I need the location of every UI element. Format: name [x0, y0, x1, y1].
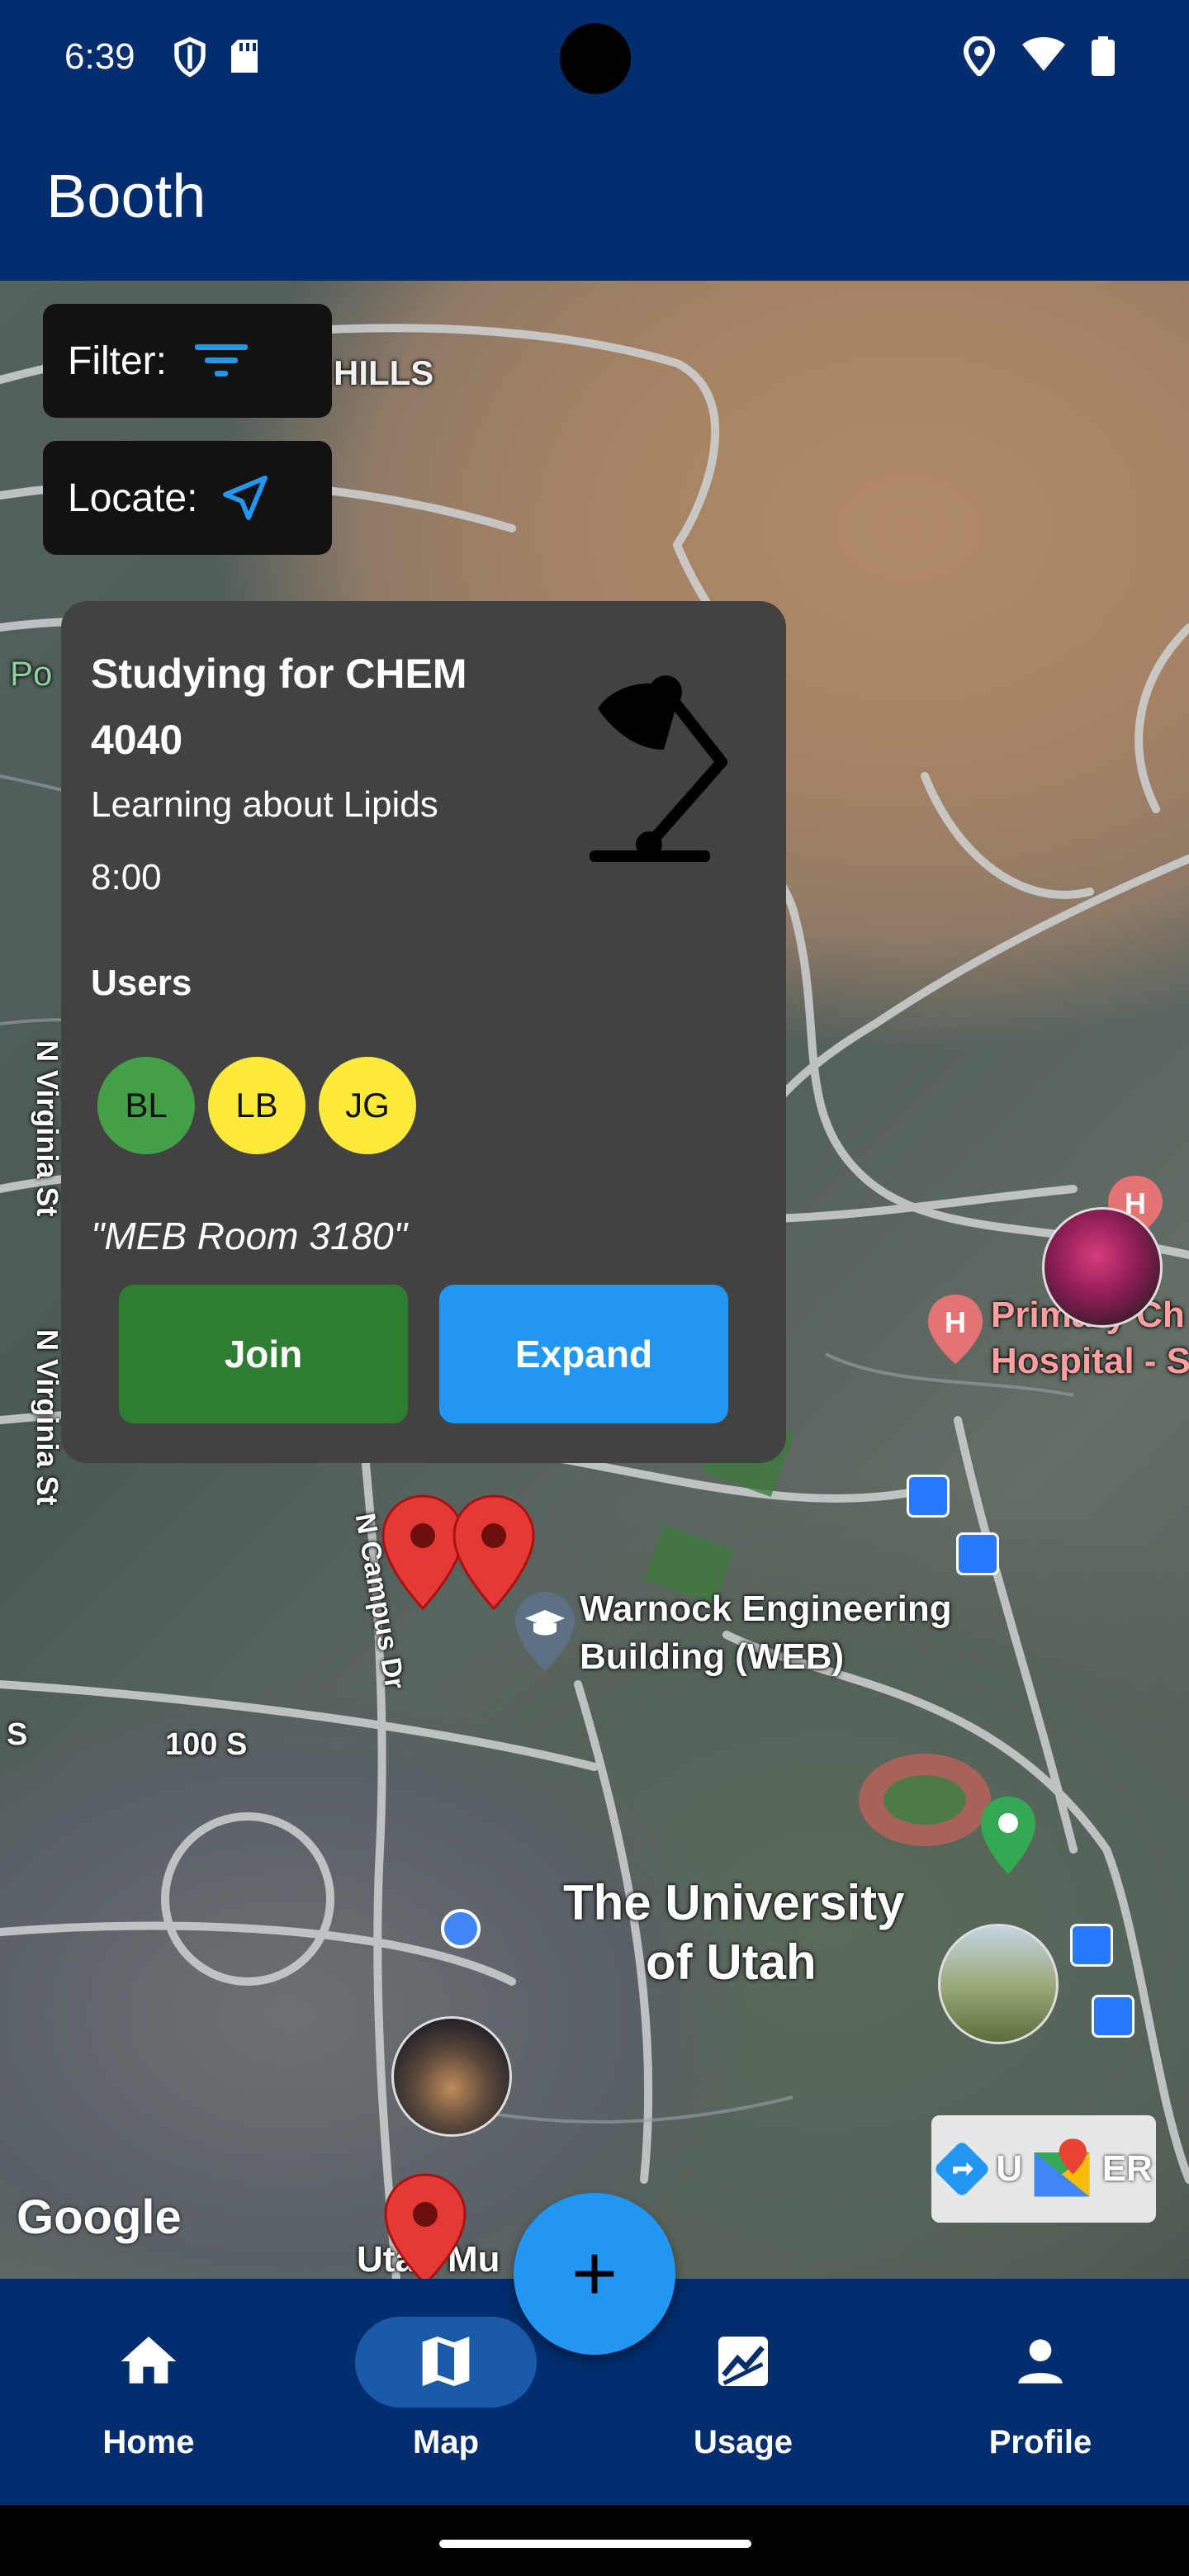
svg-text:H: H — [945, 1305, 966, 1339]
filter-label: Filter: — [68, 339, 167, 383]
person-icon — [892, 2328, 1189, 2394]
navigation-arrow-icon — [219, 471, 272, 524]
nav-item-home[interactable]: Home — [0, 2279, 297, 2505]
home-icon — [0, 2328, 297, 2394]
wifi-icon — [1022, 37, 1065, 71]
map-label-warnock: Warnock Engineering — [580, 1589, 952, 1629]
expand-button[interactable]: Expand — [439, 1285, 728, 1423]
map-label-hills: HILLS — [334, 353, 434, 392]
home-indicator[interactable] — [439, 2540, 751, 2548]
status-time: 6:39 — [64, 36, 135, 77]
map-label-primary-2: Hospital - S — [991, 1341, 1189, 1381]
nav-label-home: Home — [102, 2424, 195, 2460]
avatar[interactable]: JG — [319, 1057, 416, 1154]
add-fab-button[interactable]: + — [514, 2193, 675, 2355]
join-button[interactable]: Join — [119, 1285, 408, 1423]
current-location-dot — [441, 1909, 481, 1949]
map-pin-green[interactable] — [979, 1795, 1037, 1878]
session-time: 8:00 — [91, 857, 162, 897]
shield-icon — [174, 36, 206, 78]
map-toolbar-text: U — [996, 2148, 1023, 2189]
transit-icon[interactable] — [907, 1475, 950, 1518]
user-avatars: BL LB JG — [97, 1057, 416, 1154]
map-label-n-virginia-2: N Virginia St — [31, 1329, 64, 1506]
filter-icon — [195, 341, 248, 381]
app-bar: Booth — [0, 116, 1189, 281]
photo-marker[interactable] — [391, 2016, 512, 2137]
location-icon — [963, 36, 996, 76]
map-pin-red[interactable] — [380, 2171, 471, 2279]
battery-icon — [1092, 36, 1115, 76]
transit-icon[interactable] — [956, 1532, 999, 1575]
desk-lamp-icon — [590, 659, 746, 878]
hospital-pin-icon[interactable]: H — [926, 1293, 984, 1367]
status-bar: 6:39 — [0, 0, 1189, 116]
map-label-uofu-1: The University — [563, 1875, 905, 1930]
directions-icon[interactable] — [935, 2142, 989, 2196]
map-toolbar-text-2: ER — [1101, 2148, 1153, 2189]
avatar[interactable]: LB — [208, 1057, 306, 1154]
locate-label: Locate: — [68, 476, 198, 520]
sd-card-icon — [231, 40, 258, 73]
status-left-icons — [172, 36, 261, 78]
users-label: Users — [91, 963, 192, 1003]
nav-item-profile[interactable]: Profile — [892, 2279, 1189, 2505]
map-label-n-virginia-1: N Virginia St — [31, 1040, 64, 1217]
map-toolbar: U ER — [931, 2115, 1156, 2223]
map-label-s: S — [7, 1717, 28, 1752]
camera-cutout — [560, 23, 631, 94]
map-label-warnock-2: Building (WEB) — [580, 1636, 845, 1677]
transit-icon[interactable] — [1092, 1995, 1135, 2038]
photo-marker[interactable] — [938, 1924, 1059, 2044]
map-label-uofu-2: of Utah — [646, 1934, 817, 1990]
nav-label-map: Map — [413, 2424, 479, 2460]
session-subtitle: Learning about Lipids — [91, 784, 438, 825]
app-title: Booth — [46, 162, 206, 230]
status-right-icons — [963, 36, 1115, 76]
session-title: Studying for CHEM 4040 — [91, 651, 467, 763]
photo-marker[interactable] — [1042, 1207, 1163, 1328]
session-card[interactable]: Studying for CHEM 4040 Learning about Li… — [61, 601, 786, 1463]
nav-label-profile: Profile — [988, 2424, 1092, 2460]
locate-button[interactable]: Locate: — [43, 441, 332, 555]
google-logo: Google — [17, 2190, 182, 2244]
graduation-cap-pin-icon[interactable] — [514, 1590, 576, 1673]
avatar[interactable]: BL — [97, 1057, 195, 1154]
map-label-po: Po — [10, 654, 53, 693]
google-maps-icon[interactable] — [1029, 2136, 1095, 2202]
filter-button[interactable]: Filter: — [43, 304, 332, 418]
transit-icon[interactable] — [1070, 1924, 1113, 1967]
session-location: "MEB Room 3180" — [91, 1215, 407, 1257]
map-label-100s: 100 S — [165, 1727, 248, 1762]
nav-label-usage: Usage — [693, 2424, 793, 2460]
